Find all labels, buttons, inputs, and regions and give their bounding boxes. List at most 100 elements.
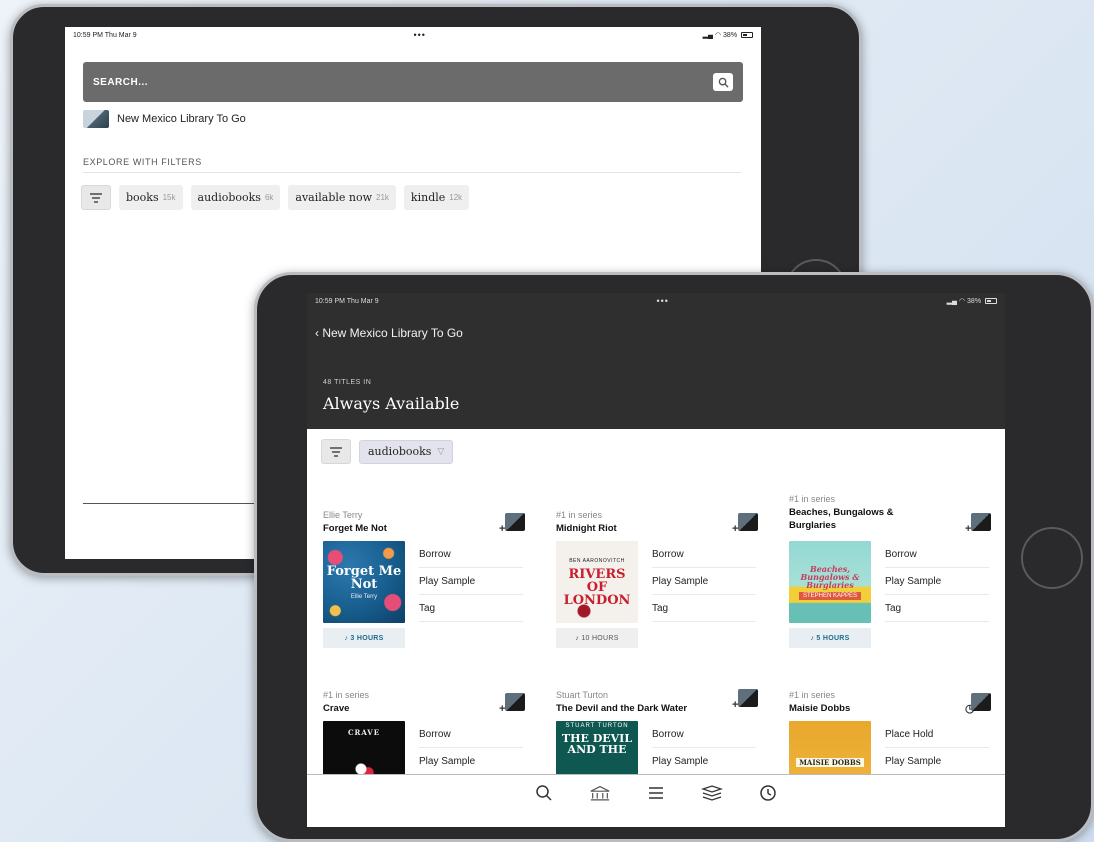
chip-label: audiobooks	[197, 191, 261, 204]
book-cover[interactable]: STUART TURTON THE DEVIL AND THE	[556, 721, 638, 775]
tag-icon	[738, 513, 758, 531]
home-button[interactable]	[1021, 527, 1083, 589]
filter-chip-audiobooks[interactable]: audiobooks 6k	[190, 185, 281, 210]
audio-length-badge: ♪ 5 HOURS	[789, 628, 871, 648]
tag-button[interactable]: Tag	[652, 595, 756, 622]
filter-chip-available-now[interactable]: available now 21k	[288, 185, 396, 210]
book-meta[interactable]: #1 in series Crave	[323, 689, 493, 715]
book-meta[interactable]: #1 in series Beaches, Bungalows & Burgla…	[789, 493, 959, 532]
status-bar: 10:59 PM Thu Mar 9 ••• ▂▄ ◠ 38%	[307, 293, 1005, 309]
add-tag-button[interactable]: +	[732, 689, 758, 711]
book-title: Midnight Riot	[556, 523, 617, 534]
cover-author: Ellie Terry	[350, 593, 378, 600]
borrow-button[interactable]: Borrow	[652, 541, 756, 568]
cover-author: STEPHEN KAPPES	[798, 591, 862, 600]
active-filters: audiobooks ▽	[321, 439, 454, 464]
play-sample-button[interactable]: Play Sample	[885, 748, 989, 775]
tab-library[interactable]	[589, 782, 611, 804]
search-button[interactable]	[713, 73, 733, 91]
multitask-dots[interactable]: •••	[413, 30, 425, 40]
book-card: Ellie Terry Forget Me Not + Forget Me No…	[323, 509, 539, 689]
library-row[interactable]: New Mexico Library To Go	[83, 110, 246, 128]
audio-length-badge: ♪ 3 HOURS	[323, 628, 405, 648]
book-cover[interactable]: Forget Me Not Ellie Terry	[323, 541, 405, 623]
tag-button[interactable]: Tag	[885, 595, 989, 622]
book-title: Maisie Dobbs	[789, 703, 851, 714]
add-tag-button[interactable]: +	[732, 513, 758, 535]
wifi-icon: ◠	[958, 298, 966, 305]
book-title: The Devil and the Dark Water	[556, 703, 688, 714]
menu-icon	[649, 787, 663, 799]
tab-history[interactable]	[757, 782, 779, 804]
status-time: 10:59 PM Thu Mar 9	[315, 297, 379, 305]
search-input[interactable]: SEARCH...	[83, 62, 743, 102]
book-meta[interactable]: #1 in series Midnight Riot	[556, 509, 726, 535]
book-cover[interactable]: Beaches, Bungalows & Burglaries STEPHEN …	[789, 541, 871, 623]
battery-level: 38%	[723, 32, 738, 39]
series-label: #1 in series	[789, 494, 836, 504]
play-sample-button[interactable]: Play Sample	[419, 748, 523, 775]
add-tag-button[interactable]: +	[499, 693, 525, 715]
titles-count: 48 TITLES IN	[323, 379, 372, 386]
chip-count: 15k	[162, 193, 176, 202]
signal-icon: ▂▄	[946, 298, 958, 305]
chip-label: kindle	[410, 191, 446, 204]
book-actions: Borrow Play Sample Tag	[885, 541, 989, 622]
active-filter-chip[interactable]: audiobooks ▽	[359, 439, 454, 464]
cover-title: CRAVE	[347, 728, 381, 737]
borrow-button[interactable]: Borrow	[419, 721, 523, 748]
multitask-dots[interactable]: •••	[656, 296, 668, 306]
audio-length: 10 HOURS	[581, 634, 619, 642]
add-tag-button[interactable]: +	[499, 513, 525, 535]
borrow-button[interactable]: Borrow	[652, 721, 756, 748]
signal-icon: ▂▄	[702, 32, 714, 39]
book-cover[interactable]: BEN AARONOVITCH RIVERS OF LONDON	[556, 541, 638, 623]
book-actions: Borrow Play Sample	[652, 721, 756, 775]
library-icon	[590, 785, 610, 801]
borrow-button[interactable]: Borrow	[419, 541, 523, 568]
borrow-button[interactable]: Borrow	[885, 541, 989, 568]
battery-level: 38%	[967, 298, 982, 305]
add-tag-button[interactable]: ◷	[965, 693, 991, 715]
cover-author: BEN AARONOVITCH	[569, 557, 625, 564]
play-sample-button[interactable]: Play Sample	[652, 748, 756, 775]
place-hold-button[interactable]: Place Hold	[885, 721, 989, 748]
book-title: Crave	[323, 703, 350, 714]
book-meta[interactable]: Ellie Terry Forget Me Not	[323, 509, 493, 535]
filter-lines-icon	[330, 446, 342, 457]
cover-author: STUART TURTON	[565, 723, 629, 729]
play-sample-button[interactable]: Play Sample	[885, 568, 989, 595]
clock-icon	[760, 785, 776, 801]
search-placeholder: SEARCH...	[93, 76, 149, 88]
back-link[interactable]: ‹ New Mexico Library To Go	[315, 326, 463, 340]
book-cover[interactable]: CRAVE	[323, 721, 405, 775]
tabbar-divider	[83, 503, 283, 504]
play-sample-button[interactable]: Play Sample	[419, 568, 523, 595]
battery-icon	[985, 298, 997, 305]
filter-button[interactable]	[81, 185, 111, 210]
tab-search[interactable]	[533, 782, 555, 804]
book-meta[interactable]: Stuart Turton The Devil and the Dark Wat…	[556, 689, 726, 715]
divider	[83, 172, 741, 173]
series-label: #1 in series	[556, 510, 603, 520]
tab-shelf[interactable]	[701, 782, 723, 804]
filter-chip-kindle[interactable]: kindle 12k	[403, 185, 470, 210]
status-right: ▂▄ ◠ 38%	[947, 297, 997, 305]
funnel-icon: ▽	[437, 446, 445, 457]
active-filter-label: audiobooks	[368, 445, 432, 458]
book-cover[interactable]: MAISIE DOBBS	[789, 721, 871, 775]
book-card: Stuart Turton The Devil and the Dark Wat…	[556, 689, 772, 775]
play-sample-button[interactable]: Play Sample	[652, 568, 756, 595]
tag-button[interactable]: Tag	[419, 595, 523, 622]
filter-button[interactable]	[321, 439, 351, 464]
tag-icon	[738, 689, 758, 707]
book-author: Stuart Turton	[556, 690, 609, 700]
book-meta[interactable]: #1 in series Maisie Dobbs	[789, 689, 959, 715]
book-actions: Place Hold Play Sample	[885, 721, 989, 775]
tab-bar	[307, 775, 1005, 811]
book-title: Forget Me Not	[323, 523, 387, 534]
add-tag-button[interactable]: +	[965, 513, 991, 535]
filter-chip-books[interactable]: books 15k	[119, 185, 183, 210]
tab-menu[interactable]	[645, 782, 667, 804]
book-actions: Borrow Play Sample Tag	[652, 541, 756, 622]
